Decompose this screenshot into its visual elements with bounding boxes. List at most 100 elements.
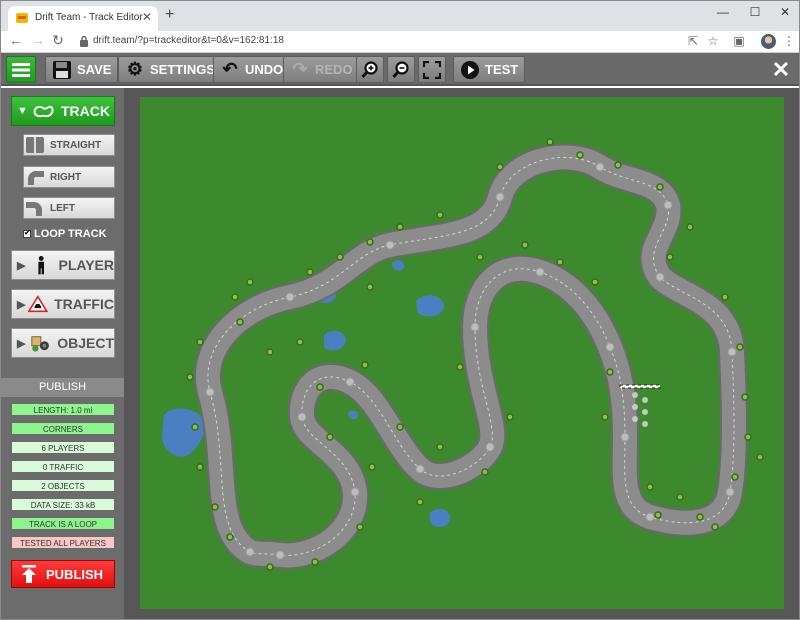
tree [496, 163, 504, 171]
tree [756, 453, 764, 461]
tab-close-icon[interactable]: ✕ [142, 10, 152, 24]
bookmark-star-icon[interactable]: ☆ [705, 34, 721, 48]
track-node [595, 162, 605, 172]
redo-arrow-icon: ↷ [292, 59, 308, 79]
tree [556, 258, 564, 266]
external-link-icon[interactable]: ⇱ [685, 34, 701, 48]
publish-button[interactable]: PUBLISH [11, 560, 115, 588]
water-pond [430, 508, 451, 527]
checkbox-checked-icon[interactable]: ✔ [23, 230, 31, 238]
player-start-marker [642, 397, 648, 403]
settings-label: SETTINGS [150, 62, 216, 77]
add-left-button[interactable]: LEFT [23, 197, 115, 219]
back-arrow-icon[interactable]: ← [7, 32, 25, 48]
track-node [485, 442, 495, 452]
browser-tab[interactable]: Drift Team - Track Editor ✕ [8, 6, 158, 31]
add-right-button[interactable]: RIGHT [23, 166, 115, 188]
minimize-button[interactable]: — [713, 5, 733, 19]
track-node [727, 347, 737, 357]
object-label: OBJECT [57, 335, 114, 351]
address-bar: ← → ↻ drift.team/?p=trackeditor&t=0&v=16… [1, 31, 799, 53]
tree [366, 238, 374, 246]
start-finish-line [619, 384, 661, 389]
traffic-section-button[interactable]: ▶ TRAFFIC [11, 289, 115, 319]
expand-triangle-icon: ▶ [17, 298, 26, 311]
tree [601, 413, 609, 421]
tree [226, 533, 234, 541]
player-start-marker [632, 404, 638, 410]
tree [736, 343, 744, 351]
tree [614, 161, 622, 169]
undo-button[interactable]: ↶ UNDO [213, 56, 291, 83]
close-window-button[interactable]: ✕ [775, 5, 795, 19]
tree [686, 223, 694, 231]
tree [306, 268, 314, 276]
settings-button[interactable]: ⚙ SETTINGS [118, 56, 223, 83]
forward-arrow-icon[interactable]: → [29, 32, 47, 48]
tree [521, 241, 529, 249]
left-curve-icon [26, 202, 42, 216]
person-icon [38, 256, 45, 275]
objects-status: 2 OBJECTS [11, 479, 115, 492]
undo-arrow-icon: ↶ [222, 59, 238, 79]
tree [476, 253, 484, 261]
tree [676, 493, 684, 501]
track-section-button[interactable]: ▼ TRACK [11, 96, 115, 126]
tree [481, 468, 489, 476]
tree [266, 563, 274, 571]
tree [196, 463, 204, 471]
lock-icon[interactable] [79, 35, 89, 48]
player-section-button[interactable]: ▶ PLAYER [11, 250, 115, 280]
menu-button[interactable] [6, 56, 36, 83]
profile-avatar[interactable] [761, 34, 776, 49]
player-start-marker [632, 392, 638, 398]
objects-icon [30, 336, 49, 352]
extension-icon[interactable]: ▣ [731, 34, 747, 48]
fit-view-button[interactable] [418, 56, 446, 83]
traffic-label: TRAFFIC [54, 296, 114, 312]
loop-track-label: LOOP TRACK [34, 228, 107, 240]
object-section-button[interactable]: ▶ OBJECT [11, 328, 115, 358]
gear-icon: ⚙ [126, 59, 144, 79]
track-node [663, 200, 673, 210]
close-editor-button[interactable]: ✕ [767, 56, 795, 83]
publish-button-label: PUBLISH [46, 566, 104, 582]
tree [368, 463, 376, 471]
collapse-triangle-icon: ▼ [17, 105, 28, 117]
tree [311, 558, 319, 566]
track-node [605, 342, 615, 352]
track-canvas[interactable] [140, 97, 784, 609]
tree [436, 211, 444, 219]
redo-button[interactable]: ↷ REDO [283, 56, 360, 83]
tree [646, 483, 654, 491]
track-node [245, 547, 255, 557]
zoom-out-button[interactable] [387, 56, 415, 83]
maximize-button[interactable]: ☐ [745, 5, 765, 19]
hamburger-icon [12, 62, 30, 77]
tree [741, 393, 749, 401]
add-straight-button[interactable]: STRAIGHT [23, 134, 115, 156]
tree [731, 473, 739, 481]
expand-triangle-icon: ▶ [17, 337, 26, 350]
editor-canvas-area[interactable] [124, 88, 799, 619]
more-menu-icon[interactable]: ⋮ [781, 34, 797, 48]
loop-track-checkbox[interactable]: ✔ LOOP TRACK [23, 228, 107, 240]
undo-label: UNDO [245, 62, 284, 77]
tree [266, 348, 274, 356]
test-button[interactable]: TEST [453, 56, 526, 83]
track-node [495, 192, 505, 202]
traffic-status: 0 TRAFFIC [11, 460, 115, 473]
zoom-in-button[interactable] [356, 56, 384, 83]
tree [356, 523, 364, 531]
zoom-out-icon [392, 60, 409, 78]
tree [506, 413, 514, 421]
right-curve-icon [28, 171, 44, 185]
track-node [297, 412, 307, 422]
player-start-marker [642, 421, 648, 427]
tree [744, 433, 752, 441]
track-node [205, 387, 215, 397]
url-input[interactable]: drift.team/?p=trackeditor&t=0&v=162:81:1… [93, 35, 284, 46]
reload-icon[interactable]: ↻ [49, 32, 67, 49]
save-button[interactable]: SAVE [45, 56, 119, 83]
new-tab-button[interactable]: + [165, 7, 174, 23]
